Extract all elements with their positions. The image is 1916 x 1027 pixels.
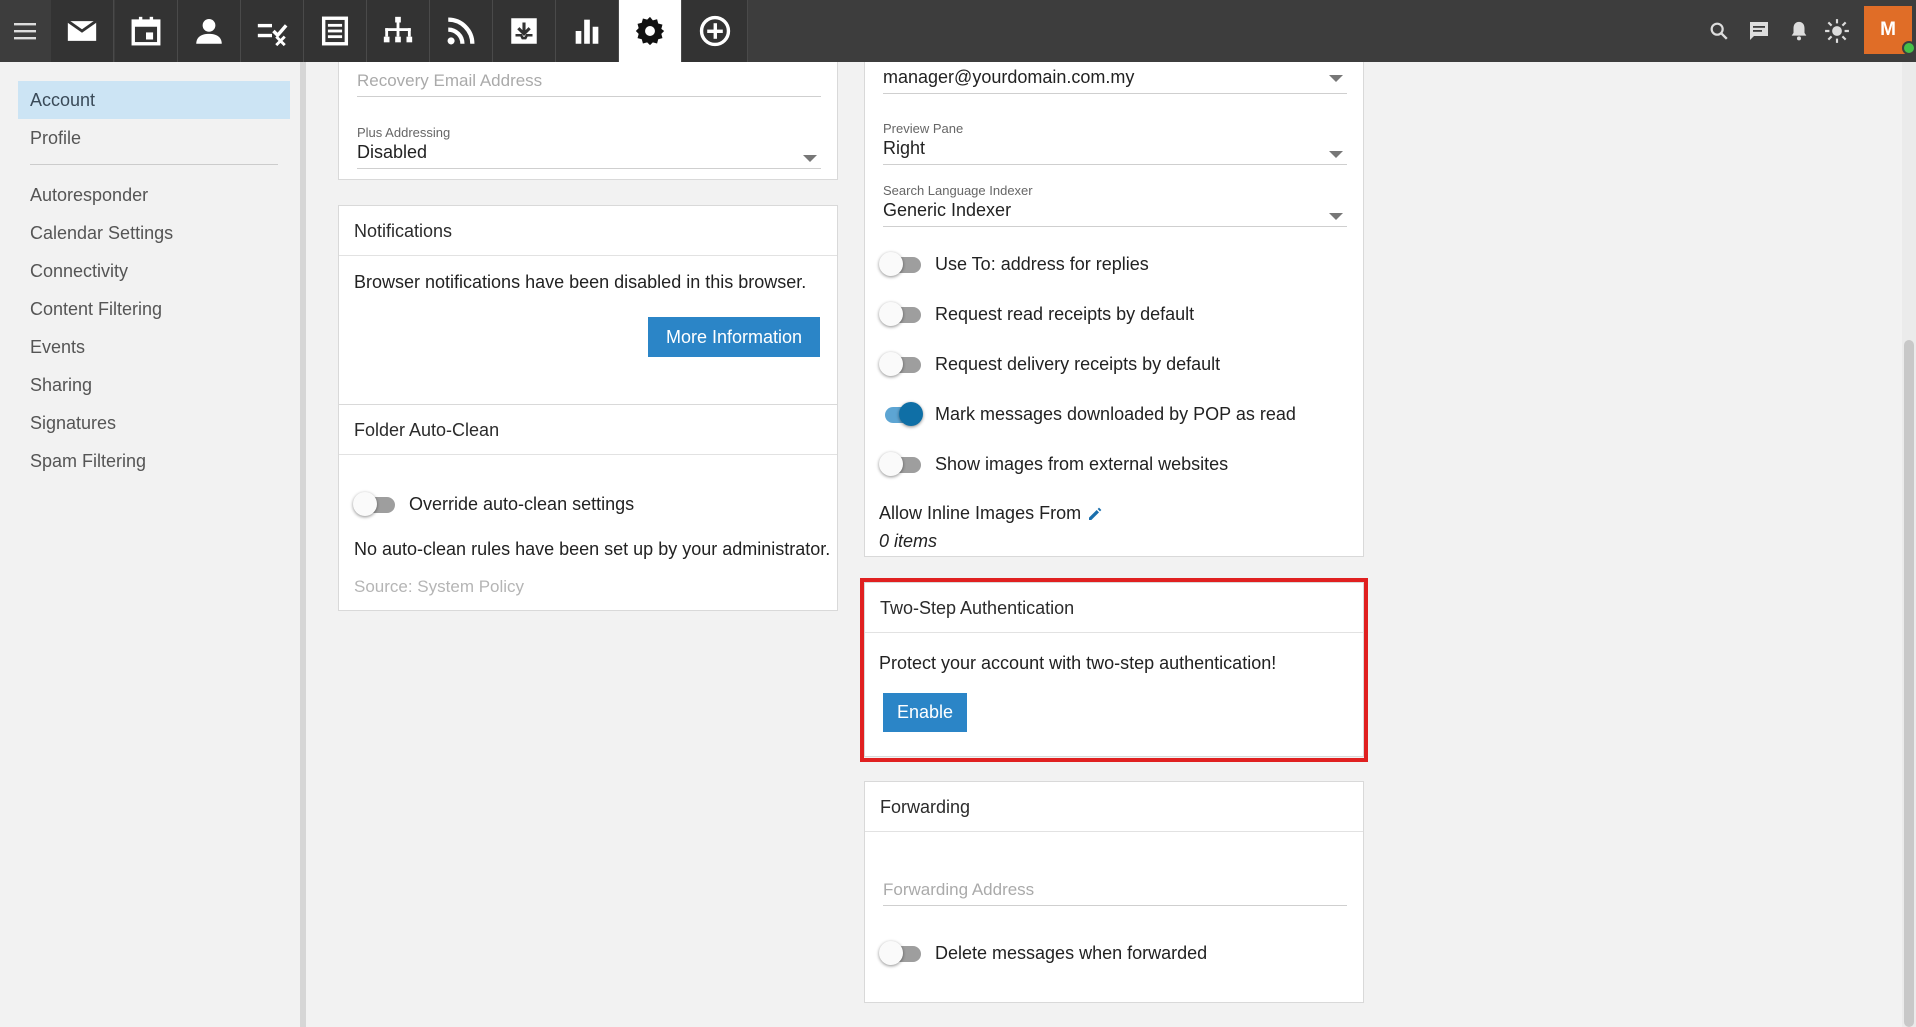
search-icon[interactable] [1702,14,1736,48]
forwarding-address-underline [883,905,1347,906]
override-auto-clean-toggle[interactable] [353,492,397,516]
sidebar-divider [30,164,278,165]
bell-icon[interactable] [1782,14,1816,48]
use-to-address-label: Use To: address for replies [935,253,1149,274]
chat-icon[interactable] [1742,14,1776,48]
tasks-icon[interactable] [241,0,304,62]
sidebar-item-spam-filtering[interactable]: Spam Filtering [18,442,290,480]
sidebar-item-events[interactable]: Events [18,328,290,366]
recovery-email-underline [357,96,821,97]
notifications-message: Browser notifications have been disabled… [354,272,807,292]
pop-mark-read-toggle[interactable] [879,402,923,426]
search-indexer-underline [883,226,1347,227]
account-fields-panel: Recovery Email Address Plus Addressing D… [338,62,838,180]
chevron-down-icon [1329,75,1343,82]
delivery-receipts-label: Request delivery receipts by default [935,353,1221,374]
external-images-toggle[interactable] [879,452,923,476]
folder-auto-clean-panel: Folder Auto-Clean Override auto-clean se… [338,404,838,611]
delete-forwarded-row[interactable]: Delete messages when forwarded [879,938,1207,968]
notes-icon[interactable] [304,0,367,62]
pop-mark-read-label: Mark messages downloaded by POP as read [935,403,1296,424]
brightness-icon[interactable] [1820,14,1854,48]
preview-pane-label: Preview Pane [883,121,964,136]
email-address-select[interactable]: manager@yourdomain.com.my [883,65,1347,94]
bar-chart-icon[interactable] [556,0,619,62]
chevron-down-icon [803,155,817,162]
sidebar-item-signatures[interactable]: Signatures [18,404,290,442]
archive-icon[interactable] [493,0,556,62]
add-circle-icon[interactable] [682,0,748,62]
person-icon[interactable] [178,0,241,62]
preview-pane-value: Right [883,138,926,158]
highlight-box [860,578,1368,762]
auto-clean-source: Source: System Policy [354,577,525,596]
inline-images-count: 0 items [879,531,938,551]
pencil-icon[interactable] [1087,506,1103,522]
override-auto-clean-label: Override auto-clean settings [409,493,635,514]
recovery-email-field[interactable]: Recovery Email Address [357,71,821,97]
delete-forwarded-toggle[interactable] [879,941,923,965]
search-indexer-value: Generic Indexer [883,200,1012,220]
email-address-underline [883,93,1347,94]
search-indexer-label: Search Language Indexer [883,183,1033,198]
delivery-receipts-row[interactable]: Request delivery receipts by default [879,349,1220,379]
message-settings-panel: manager@yourdomain.com.my Preview Pane R… [864,62,1364,557]
mail-icon[interactable] [51,0,114,62]
online-status-dot [1902,41,1916,55]
preview-pane-underline [883,164,1347,165]
folder-auto-clean-title: Folder Auto-Clean [339,405,837,455]
scrollbar-thumb[interactable] [1904,340,1914,1027]
external-images-label: Show images from external websites [935,453,1229,474]
inline-images-label: Allow Inline Images From [879,503,1082,523]
chevron-down-icon [1329,213,1343,220]
inline-images-row: Allow Inline Images From [879,503,1103,524]
external-images-row[interactable]: Show images from external websites [879,449,1228,479]
pop-mark-read-row[interactable]: Mark messages downloaded by POP as read [879,399,1296,429]
sidebar-item-content-filtering[interactable]: Content Filtering [18,290,290,328]
use-to-address-row[interactable]: Use To: address for replies [879,249,1149,279]
calendar-icon[interactable] [115,0,178,62]
email-address-value: manager@yourdomain.com.my [883,67,1135,87]
recovery-email-placeholder: Recovery Email Address [357,71,543,90]
plus-addressing-label: Plus Addressing [357,125,451,140]
gear-icon[interactable] [619,0,682,62]
rss-icon[interactable] [430,0,493,62]
settings-sidebar: Account Profile Autoresponder Calendar S… [0,62,306,1027]
use-to-address-toggle[interactable] [879,252,923,276]
preview-pane-select[interactable]: Preview Pane Right [883,121,1347,165]
sidebar-item-connectivity[interactable]: Connectivity [18,252,290,290]
hamburger-icon[interactable] [0,0,50,62]
top-bar: M [0,0,1916,62]
sidebar-item-autoresponder[interactable]: Autoresponder [18,176,290,214]
sidebar-item-profile[interactable]: Profile [18,119,290,157]
plus-addressing-select[interactable]: Plus Addressing Disabled [357,125,821,169]
delete-forwarded-label: Delete messages when forwarded [935,942,1208,963]
forwarding-panel: Forwarding Forwarding Address Delete mes… [864,781,1364,1003]
more-information-button[interactable]: More Information [648,317,820,357]
chevron-down-icon [1329,151,1343,158]
search-indexer-select[interactable]: Search Language Indexer Generic Indexer [883,183,1347,227]
forwarding-address-field[interactable]: Forwarding Address [883,880,1347,906]
read-receipts-label: Request read receipts by default [935,303,1195,324]
override-auto-clean-row[interactable]: Override auto-clean settings [353,489,634,519]
sidebar-item-sharing[interactable]: Sharing [18,366,290,404]
sidebar-item-calendar-settings[interactable]: Calendar Settings [18,214,290,252]
settings-content: Recovery Email Address Plus Addressing D… [312,62,1916,1027]
plus-addressing-value: Disabled [357,142,428,162]
org-chart-icon[interactable] [367,0,430,62]
notifications-title: Notifications [339,206,837,256]
forwarding-address-placeholder: Forwarding Address [883,880,1035,899]
auto-clean-message: No auto-clean rules have been set up by … [354,539,831,559]
plus-addressing-underline [357,168,821,169]
forwarding-title: Forwarding [865,782,1363,832]
read-receipts-row[interactable]: Request read receipts by default [879,299,1194,329]
sidebar-item-account[interactable]: Account [18,81,290,119]
read-receipts-toggle[interactable] [879,302,923,326]
delivery-receipts-toggle[interactable] [879,352,923,376]
